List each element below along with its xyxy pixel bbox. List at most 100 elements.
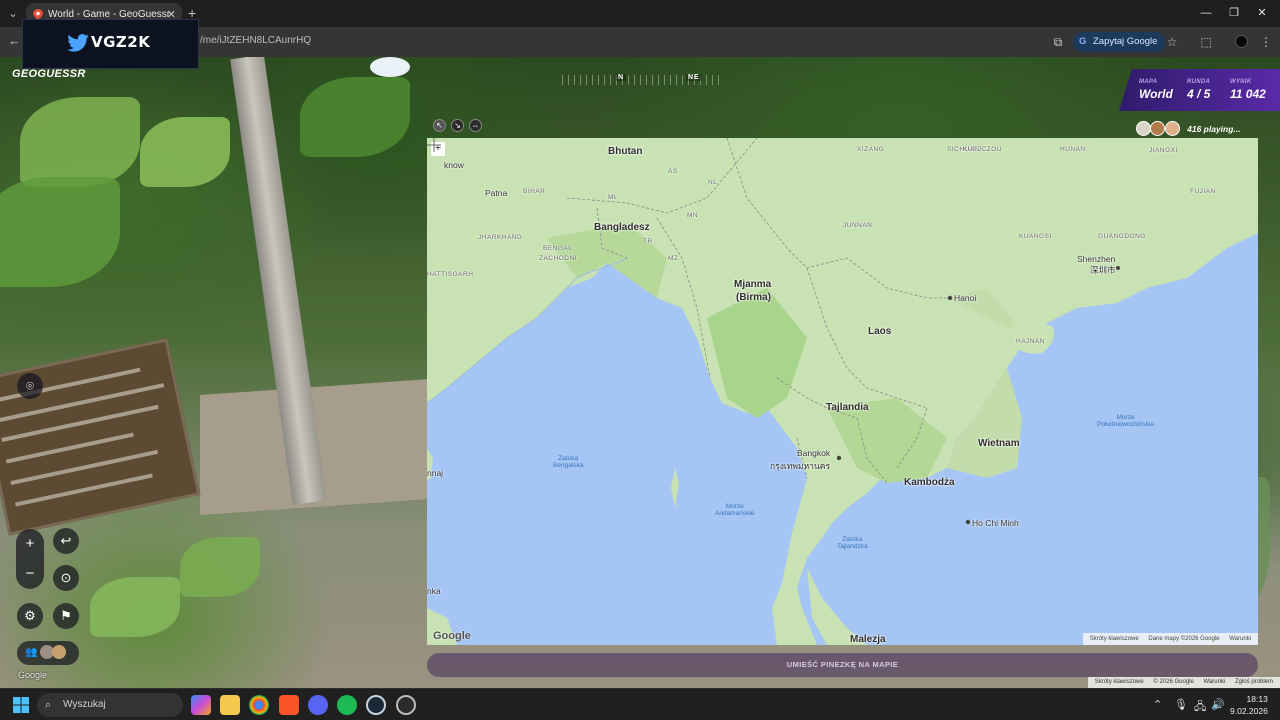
map-label-city: Ho Chi Minh	[972, 518, 1019, 528]
map-terms-link[interactable]: Warunki	[1229, 636, 1251, 642]
map-label-region: MZ	[668, 255, 679, 262]
map-label-city: กรุงเทพมหานคร	[770, 461, 831, 471]
zoom-in-icon[interactable]: +	[16, 529, 44, 559]
restore-icon[interactable]: ❐	[1224, 4, 1244, 22]
map-label-region: BENGAL	[543, 245, 573, 252]
street-view-attribution: Skróty klawiszowe © 2026 Google Warunki …	[1087, 677, 1280, 688]
map-label-region: JUNNAN	[843, 222, 873, 229]
search-icon: ⌕	[45, 699, 52, 711]
roadside-sign	[0, 338, 201, 536]
discord-icon[interactable]	[308, 695, 328, 715]
copilot-icon[interactable]	[191, 695, 211, 715]
guess-map[interactable]: + Bhutan Bangladesz Mjanma (Birma) Laos …	[427, 138, 1258, 645]
window-close-icon[interactable]: ✕	[1252, 4, 1272, 22]
map-label-region: NL	[708, 179, 718, 186]
return-to-start-pin-icon[interactable]: ⌾	[17, 373, 43, 399]
place-pin-button[interactable]: UMIEŚĆ PINEZKĘ NA MAPIE	[427, 653, 1258, 677]
map-label-region: HATTISGARH	[427, 271, 474, 278]
settings-gear-icon[interactable]: ⚙	[17, 603, 43, 629]
cast-icon[interactable]: ⧉	[1050, 34, 1066, 50]
tab-search-chevron-icon[interactable]: ⌄	[4, 5, 22, 23]
map-label-region: GUANGDONG	[1098, 233, 1146, 240]
bookmark-star-icon[interactable]: ☆	[1164, 34, 1180, 50]
status-map: MAPA World	[1139, 79, 1173, 101]
map-label-region: AS	[668, 168, 678, 175]
map-label-bhutan: Bhutan	[608, 146, 643, 157]
volume-icon[interactable]: 🔊	[1211, 698, 1225, 711]
obs-icon[interactable]	[396, 695, 416, 715]
map-label-region: KUANGSI	[1019, 233, 1052, 240]
sv-shortcuts-link[interactable]: Skróty klawiszowe	[1095, 679, 1144, 685]
status-score: WYNIK 11 042	[1230, 79, 1266, 101]
ask-google-button[interactable]: G Zapytaj Google	[1073, 32, 1166, 52]
back-arrow-icon[interactable]: ←	[8, 33, 21, 48]
chrome-icon[interactable]	[249, 695, 269, 715]
stream-overlay-logo: VGZ2K	[22, 19, 199, 69]
sv-copyright: © 2026 Google	[1153, 679, 1194, 685]
map-label-region: HAJNAN	[1016, 338, 1046, 345]
brave-icon[interactable]	[279, 695, 299, 715]
minimize-icon[interactable]: —	[1196, 4, 1216, 22]
extensions-icon[interactable]: ⬚	[1198, 34, 1214, 50]
map-shrink-icon[interactable]: ↖	[433, 119, 446, 132]
tray-chevron-icon[interactable]: ⌃	[1153, 698, 1162, 711]
windows-start-icon[interactable]	[13, 697, 29, 713]
sv-report-link[interactable]: Zgłoś problem	[1235, 679, 1273, 685]
sv-terms-link[interactable]: Warunki	[1204, 679, 1226, 685]
map-google-logo: Google	[433, 630, 471, 642]
zoom-out-icon[interactable]: −	[16, 559, 44, 589]
foliage	[140, 117, 230, 187]
player-avatar	[1136, 121, 1151, 136]
profile-avatar[interactable]	[1235, 35, 1248, 48]
taskbar-search-placeholder: Wyszukaj	[63, 699, 106, 710]
flag-icon[interactable]: ⚑	[53, 603, 79, 629]
undo-move-icon[interactable]: ↩	[53, 528, 79, 554]
players-online: 416 playing...	[1136, 121, 1241, 137]
taskbar-clock[interactable]: 18:13 9.02.2026	[1230, 693, 1268, 717]
url-field[interactable]: /me/iJtZEHN8LCAunrHQ	[200, 35, 311, 46]
map-shortcuts-link[interactable]: Skróty klawiszowe	[1090, 636, 1139, 642]
network-icon[interactable]: 🖧	[1194, 698, 1206, 717]
party-button[interactable]: 👥	[17, 641, 79, 665]
player-avatar	[1150, 121, 1166, 136]
map-label-sea: Morze Południowochińskie	[1097, 414, 1155, 428]
sky-patch	[370, 57, 410, 77]
map-label-region: XIZANG	[857, 146, 885, 153]
taskbar-search[interactable]: ⌕ Wyszukaj	[37, 693, 183, 717]
street-view-panorama[interactable]: GEOGUESSR N NE MAPA World RUNDA 4 / 5 WY…	[0, 57, 1280, 688]
steam-icon[interactable]	[366, 695, 386, 715]
foliage	[0, 177, 120, 287]
compass-north: N	[616, 74, 627, 81]
map-label-cambodia: Kambodża	[904, 477, 955, 488]
map-label-region: JHARKHAND	[478, 234, 523, 241]
map-label-city: nka	[427, 586, 441, 596]
map-label-region: TR	[643, 238, 653, 245]
compass-northeast: NE	[686, 74, 702, 81]
map-label-city: know	[444, 160, 464, 170]
game-status-panel: MAPA World RUNDA 4 / 5 WYNIK 11 042	[1119, 69, 1280, 111]
microphone-icon[interactable]: 🎙	[1174, 698, 1188, 711]
checkpoint-pin-icon[interactable]: ⊙	[53, 565, 79, 591]
map-expand-icon[interactable]: ↘	[451, 119, 464, 132]
foliage	[90, 577, 180, 637]
map-label-myanmar: Mjanma	[734, 279, 772, 290]
map-label-region: MN	[687, 212, 699, 219]
compass-strip: N NE	[562, 71, 720, 87]
map-label-city: 深圳市	[1090, 265, 1116, 275]
map-label-region: HUNAN	[1060, 146, 1086, 153]
map-pin-toggle-icon[interactable]: ⇔	[469, 119, 482, 132]
file-explorer-icon[interactable]	[220, 695, 240, 715]
clock-date: 9.02.2026	[1230, 706, 1268, 716]
geoguessr-logo[interactable]: GEOGUESSR	[12, 68, 86, 80]
status-round: RUNDA 4 / 5	[1187, 79, 1211, 101]
map-label-myanmar-alt: (Birma)	[736, 292, 772, 303]
map-land-shapes	[427, 138, 1258, 645]
more-menu-icon[interactable]: ⋮	[1258, 34, 1274, 50]
spotify-icon[interactable]	[337, 695, 357, 715]
clock-time: 18:13	[1246, 694, 1268, 704]
map-label-thailand: Tajlandia	[826, 402, 869, 413]
twitter-bird-icon	[67, 34, 89, 52]
google-lens-icon: G	[1079, 36, 1087, 47]
map-label-region: ZACHODNI	[539, 255, 577, 262]
players-count: 416 playing...	[1187, 123, 1241, 134]
